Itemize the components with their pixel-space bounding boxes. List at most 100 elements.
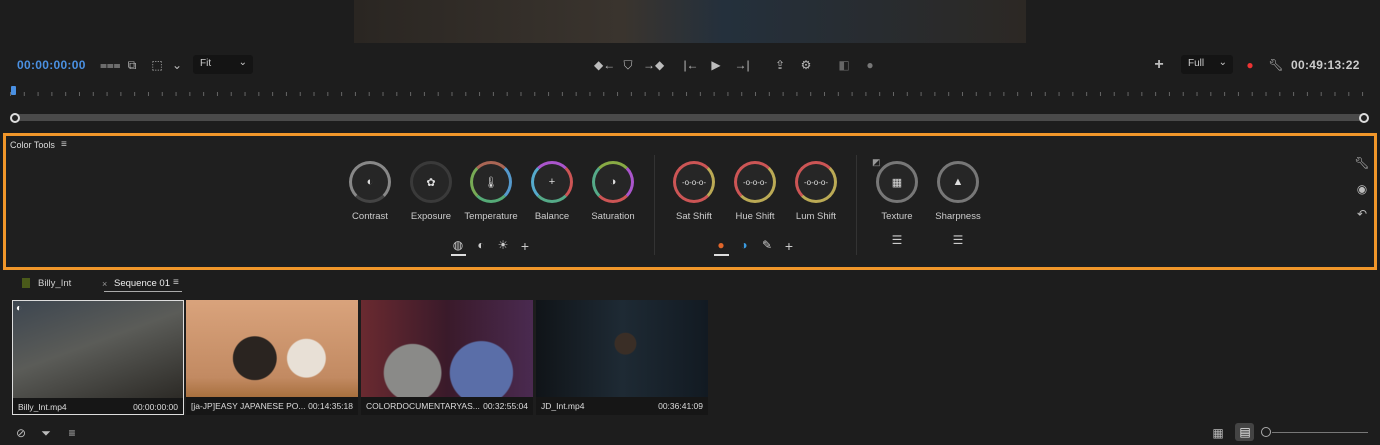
detail-toggle-icon[interactable]: ◩ [872, 157, 881, 168]
comparison-view-icon[interactable]: ◧ [836, 57, 852, 73]
grid-view-icon[interactable]: ▦ [1210, 425, 1226, 441]
chevron-down-icon[interactable]: ⌄ [169, 57, 185, 73]
clip-name: [ja-JP]EASY JAPANESE PO... [191, 401, 306, 411]
selected-underline [451, 254, 466, 256]
scrollbar-end-handle[interactable] [1359, 113, 1369, 123]
plus-icon: + [548, 176, 556, 188]
export-frame-icon[interactable]: ⇪ [772, 57, 788, 73]
hue-shift-dial[interactable]: -o-o-o- [734, 161, 776, 203]
zoom-scrollbar[interactable] [14, 114, 1368, 121]
reset-icon[interactable]: ↶ [1354, 206, 1370, 222]
clip-duration: 00:00:00:00 [133, 402, 178, 412]
timeline-ruler[interactable] [10, 86, 1370, 100]
divider [654, 155, 655, 255]
skin-color-icon[interactable]: ● [713, 238, 729, 252]
zoom-slider-handle[interactable] [1261, 427, 1271, 437]
sat-shift-dial[interactable]: -o-o-o- [673, 161, 715, 203]
clip-duration: 00:32:55:04 [483, 401, 528, 411]
zoom-slider-track[interactable] [1272, 432, 1368, 433]
texture-grid-icon: ▦ [891, 176, 903, 189]
clip-preview [361, 300, 533, 397]
lum-shift-dial[interactable]: -o-o-o- [795, 161, 837, 203]
panel-menu-icon[interactable]: ≡ [61, 139, 67, 150]
clip-duration: 00:14:35:18 [308, 401, 353, 411]
clip-preview [13, 301, 183, 398]
selected-underline [714, 254, 729, 256]
saturation-label: Saturation [591, 211, 635, 222]
tab-underline [104, 291, 182, 292]
hide-icon[interactable]: ⊘ [13, 425, 29, 441]
sky-color-icon[interactable]: ◑ [736, 238, 752, 252]
clip-duration: 00:36:41:09 [658, 401, 703, 411]
texture-settings-icon[interactable]: ☰ [889, 233, 905, 247]
clip-name: JD_Int.mp4 [541, 401, 585, 411]
add-color-icon[interactable]: + [781, 238, 797, 254]
eyedropper-icon[interactable]: ✎ [759, 238, 775, 252]
tab-menu-icon[interactable]: ≡ [173, 277, 179, 288]
temperature-dial[interactable]: 🌡︎ [470, 161, 512, 203]
curve-points-icon: -o-o-o- [742, 177, 767, 187]
list-view-icon: ▤ [1239, 425, 1251, 439]
texture-dial[interactable]: ▦ [876, 161, 918, 203]
safe-margins-icon[interactable]: ⬚ [149, 57, 165, 73]
bin-color-icon [22, 278, 30, 288]
highlights-icon[interactable]: ☀ [495, 238, 511, 252]
eye-icon[interactable]: ◉ [1354, 181, 1370, 197]
lum-shift-label: Lum Shift [795, 211, 837, 222]
quality-value: Full [1188, 58, 1205, 69]
wrench-icon[interactable]: 🔧︎ [1268, 57, 1284, 73]
clip-thumbnail[interactable]: [ja-JP]EASY JAPANESE PO... 00:14:35:18 [186, 300, 358, 415]
scrollbar-start-handle[interactable] [10, 113, 20, 123]
lumetri-scope-icon[interactable]: ● [862, 57, 878, 73]
clip-preview [536, 300, 708, 397]
global-icon[interactable]: ◍ [450, 238, 466, 252]
tab-sequence-01[interactable]: Sequence 01 [114, 278, 170, 289]
add-marker-icon[interactable]: ⛉ [620, 57, 636, 73]
playhead[interactable] [11, 86, 16, 95]
settings-sliders-icon[interactable]: ⩶ [100, 57, 121, 73]
chevron-down-icon: ⌄ [238, 57, 247, 68]
clip-thumbnail[interactable]: Billy_Int.mp4 00:00:00:00 ◐ [12, 300, 184, 415]
sharpness-label: Sharpness [935, 211, 981, 222]
play-icon[interactable]: ▶ [708, 57, 724, 73]
chevron-down-icon: ⌄ [1218, 57, 1227, 68]
fit-select[interactable]: Fit ⌄ [193, 55, 253, 74]
mark-in-icon[interactable]: ◆← [594, 57, 615, 73]
thermometer-icon: 🌡︎ [484, 176, 498, 189]
clip-thumbnail[interactable]: JD_Int.mp4 00:36:41:09 [536, 300, 708, 415]
go-to-out-icon[interactable]: →| [734, 57, 750, 73]
proxy-toggle-icon[interactable]: ⚙ [798, 57, 814, 73]
overlay-icon[interactable]: ⧉ [124, 57, 140, 73]
divider [856, 155, 857, 255]
wrench-icon[interactable]: 🔧︎ [1354, 155, 1370, 171]
list-view-button[interactable]: ▤ [1235, 423, 1254, 441]
balance-dial[interactable]: + [531, 161, 573, 203]
go-to-in-icon[interactable]: |← [683, 57, 699, 73]
sharpness-settings-icon[interactable]: ☰ [950, 233, 966, 247]
add-button-icon[interactable]: + [1151, 57, 1167, 73]
add-range-icon[interactable]: + [517, 238, 533, 254]
saturation-dial[interactable]: ◑ [592, 161, 634, 203]
tab-billy-int[interactable]: Billy_Int [38, 278, 71, 289]
filter-icon[interactable]: ⏷ [38, 425, 54, 441]
clip-thumbnail[interactable]: COLORDOCUMENTARYAS... 00:32:55:04 [361, 300, 533, 415]
sharpness-triangle-icon: ▲ [952, 176, 964, 188]
aperture-icon: ✿ [426, 176, 436, 189]
mark-out-icon[interactable]: →◆ [643, 57, 664, 73]
sharpness-dial[interactable]: ▲ [937, 161, 979, 203]
contrast-dial[interactable]: ◐ [349, 161, 391, 203]
sort-icon[interactable]: ≡ [64, 425, 80, 441]
quality-select[interactable]: Full ⌄ [1181, 55, 1233, 74]
panel-title: Color Tools [10, 140, 55, 150]
shadows-icon[interactable]: ◐ [473, 238, 489, 252]
close-tab-icon[interactable]: × [102, 279, 107, 289]
clip-name: COLORDOCUMENTARYAS... [366, 401, 480, 411]
color-graded-icon: ◐ [16, 303, 23, 314]
fit-value: Fit [200, 58, 212, 69]
curve-points-icon: -o-o-o- [681, 177, 706, 187]
exposure-dial[interactable]: ✿ [410, 161, 452, 203]
clip-name: Billy_Int.mp4 [18, 402, 67, 412]
current-timecode[interactable]: 00:00:00:00 [17, 58, 86, 72]
color-channels-icon[interactable]: ● [1242, 57, 1258, 73]
contrast-icon: ◐ [366, 176, 374, 188]
